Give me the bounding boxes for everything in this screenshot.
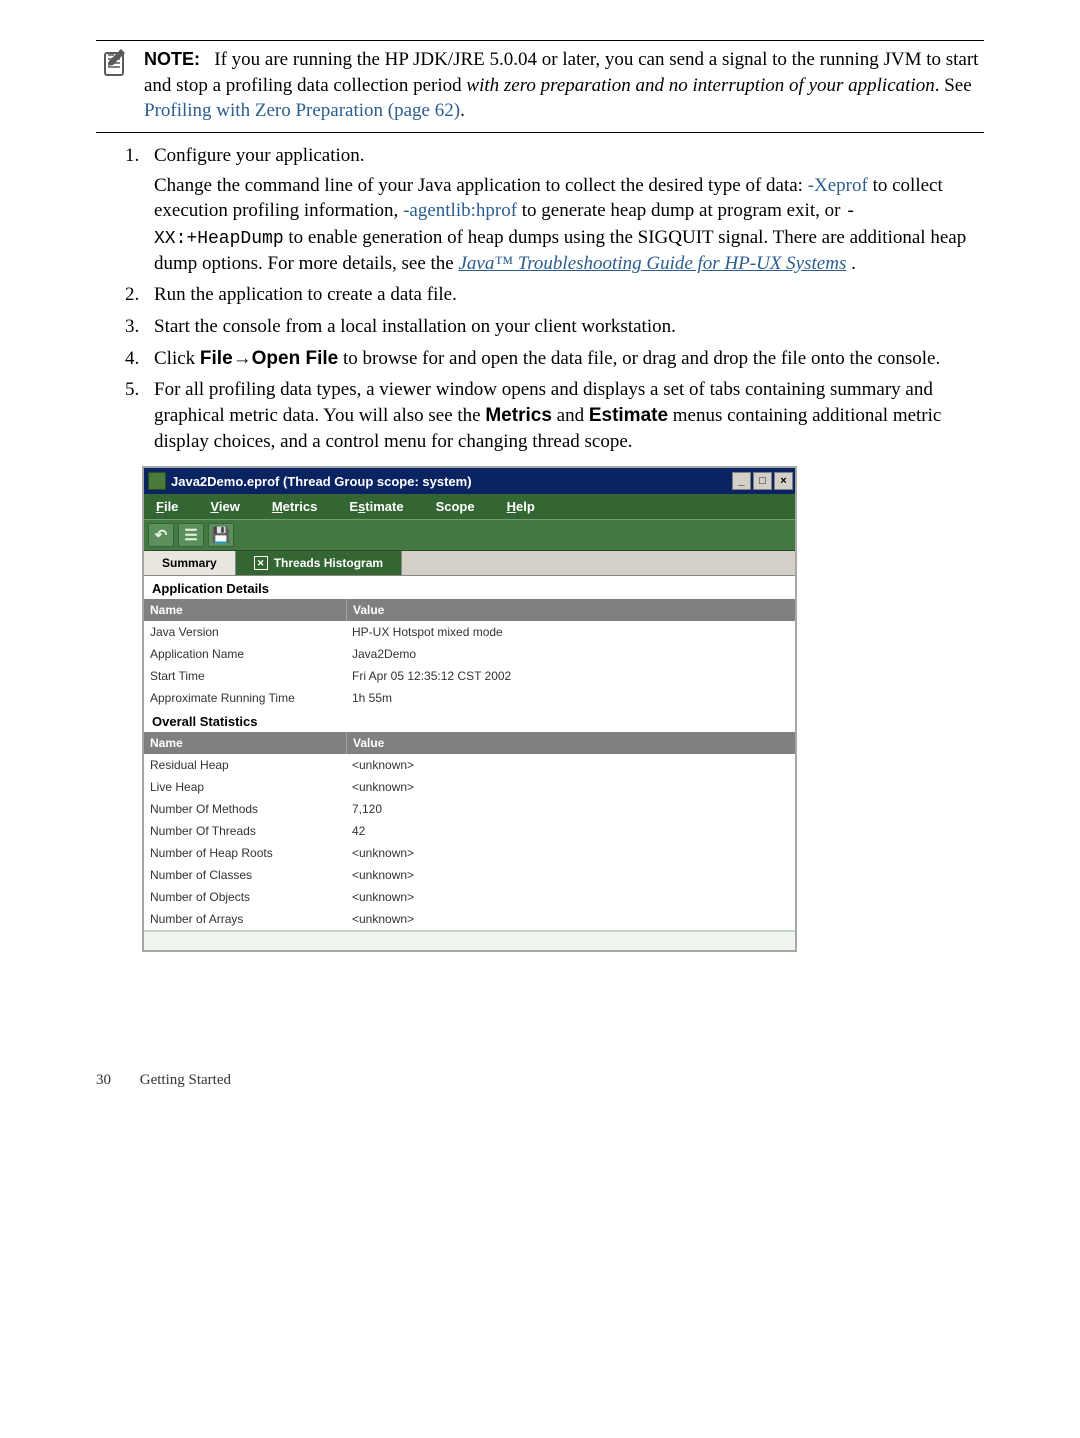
step-1: Configure your application. Change the c…: [144, 143, 984, 277]
footer-section: Getting Started: [140, 1072, 231, 1088]
back-button[interactable]: ↶: [148, 523, 174, 547]
table-row: Java VersionHP-UX Hotspot mixed mode: [144, 621, 795, 643]
col-header-value: Value: [347, 732, 795, 754]
step-3: Start the console from a local installat…: [144, 314, 984, 340]
tab-summary[interactable]: Summary: [144, 551, 236, 575]
page-number: 30: [96, 1072, 136, 1089]
link-troubleshooting-guide[interactable]: Java™ Troubleshooting Guide for HP-UX Sy…: [458, 253, 846, 274]
table-row: Number of Arrays<unknown>: [144, 908, 795, 930]
note-label: NOTE:: [144, 49, 200, 69]
close-button[interactable]: ×: [774, 472, 793, 490]
window-title: Java2Demo.eprof (Thread Group scope: sys…: [171, 474, 732, 489]
menu-estimate[interactable]: Estimate: [343, 496, 409, 517]
col-header-name: Name: [144, 599, 347, 621]
status-bar: [144, 930, 795, 950]
table-row: Residual Heap<unknown>: [144, 754, 795, 776]
tab-close-icon[interactable]: ✕: [254, 556, 268, 570]
note-text: NOTE: If you are running the HP JDK/JRE …: [144, 47, 984, 124]
table-row: Start TimeFri Apr 05 12:35:12 CST 2002: [144, 665, 795, 687]
save-button[interactable]: 💾: [208, 523, 234, 547]
table-row: Application NameJava2Demo: [144, 643, 795, 665]
table-row: Number of Heap Roots<unknown>: [144, 842, 795, 864]
link-xeprof[interactable]: -Xeprof: [808, 175, 868, 196]
header-row: Name Value: [144, 599, 795, 621]
note-icon: [96, 47, 132, 124]
table-row: Number Of Methods7,120: [144, 798, 795, 820]
minimize-button[interactable]: _: [732, 472, 751, 490]
link-agentlib[interactable]: -agentlib:hprof: [403, 200, 517, 221]
titlebar[interactable]: Java2Demo.eprof (Thread Group scope: sys…: [144, 468, 795, 494]
section-application-details: Application Details: [144, 576, 795, 599]
table-row: Approximate Running Time1h 55m: [144, 687, 795, 709]
menu-view[interactable]: View: [204, 496, 245, 517]
table-row: Number Of Threads42: [144, 820, 795, 842]
table-row: Number of Objects<unknown>: [144, 886, 795, 908]
content-area: Application Details Name Value Java Vers…: [144, 576, 795, 950]
step-2: Run the application to create a data fil…: [144, 282, 984, 308]
app-icon: [148, 472, 166, 490]
maximize-button[interactable]: □: [753, 472, 772, 490]
menu-metrics[interactable]: Metrics: [266, 496, 324, 517]
page-footer: 30 Getting Started: [96, 952, 984, 1109]
note-block: NOTE: If you are running the HP JDK/JRE …: [96, 40, 984, 133]
note-link[interactable]: Profiling with Zero Preparation (page 62…: [144, 100, 460, 121]
steps-list: Configure your application. Change the c…: [96, 143, 984, 454]
table-row: Live Heap<unknown>: [144, 776, 795, 798]
app-details-rows: Java VersionHP-UX Hotspot mixed modeAppl…: [144, 621, 795, 709]
menu-help[interactable]: Help: [501, 496, 541, 517]
menubar: File View Metrics Estimate Scope Help: [144, 494, 795, 519]
menu-file[interactable]: File: [150, 496, 184, 517]
header-row: Name Value: [144, 732, 795, 754]
col-header-value: Value: [347, 599, 795, 621]
tree-button[interactable]: ☰: [178, 523, 204, 547]
tabs: Summary ✕ Threads Histogram: [144, 551, 795, 576]
tab-threads-histogram[interactable]: ✕ Threads Histogram: [236, 551, 402, 575]
step-5: For all profiling data types, a viewer w…: [144, 377, 984, 454]
section-overall-statistics: Overall Statistics: [144, 709, 795, 732]
toolbar: ↶ ☰ 💾: [144, 519, 795, 551]
stats-rows: Residual Heap<unknown>Live Heap<unknown>…: [144, 754, 795, 930]
step-4: Click File→Open File to browse for and o…: [144, 346, 984, 372]
col-header-name: Name: [144, 732, 347, 754]
table-row: Number of Classes<unknown>: [144, 864, 795, 886]
menu-scope[interactable]: Scope: [430, 496, 481, 517]
viewer-window: Java2Demo.eprof (Thread Group scope: sys…: [142, 466, 797, 952]
